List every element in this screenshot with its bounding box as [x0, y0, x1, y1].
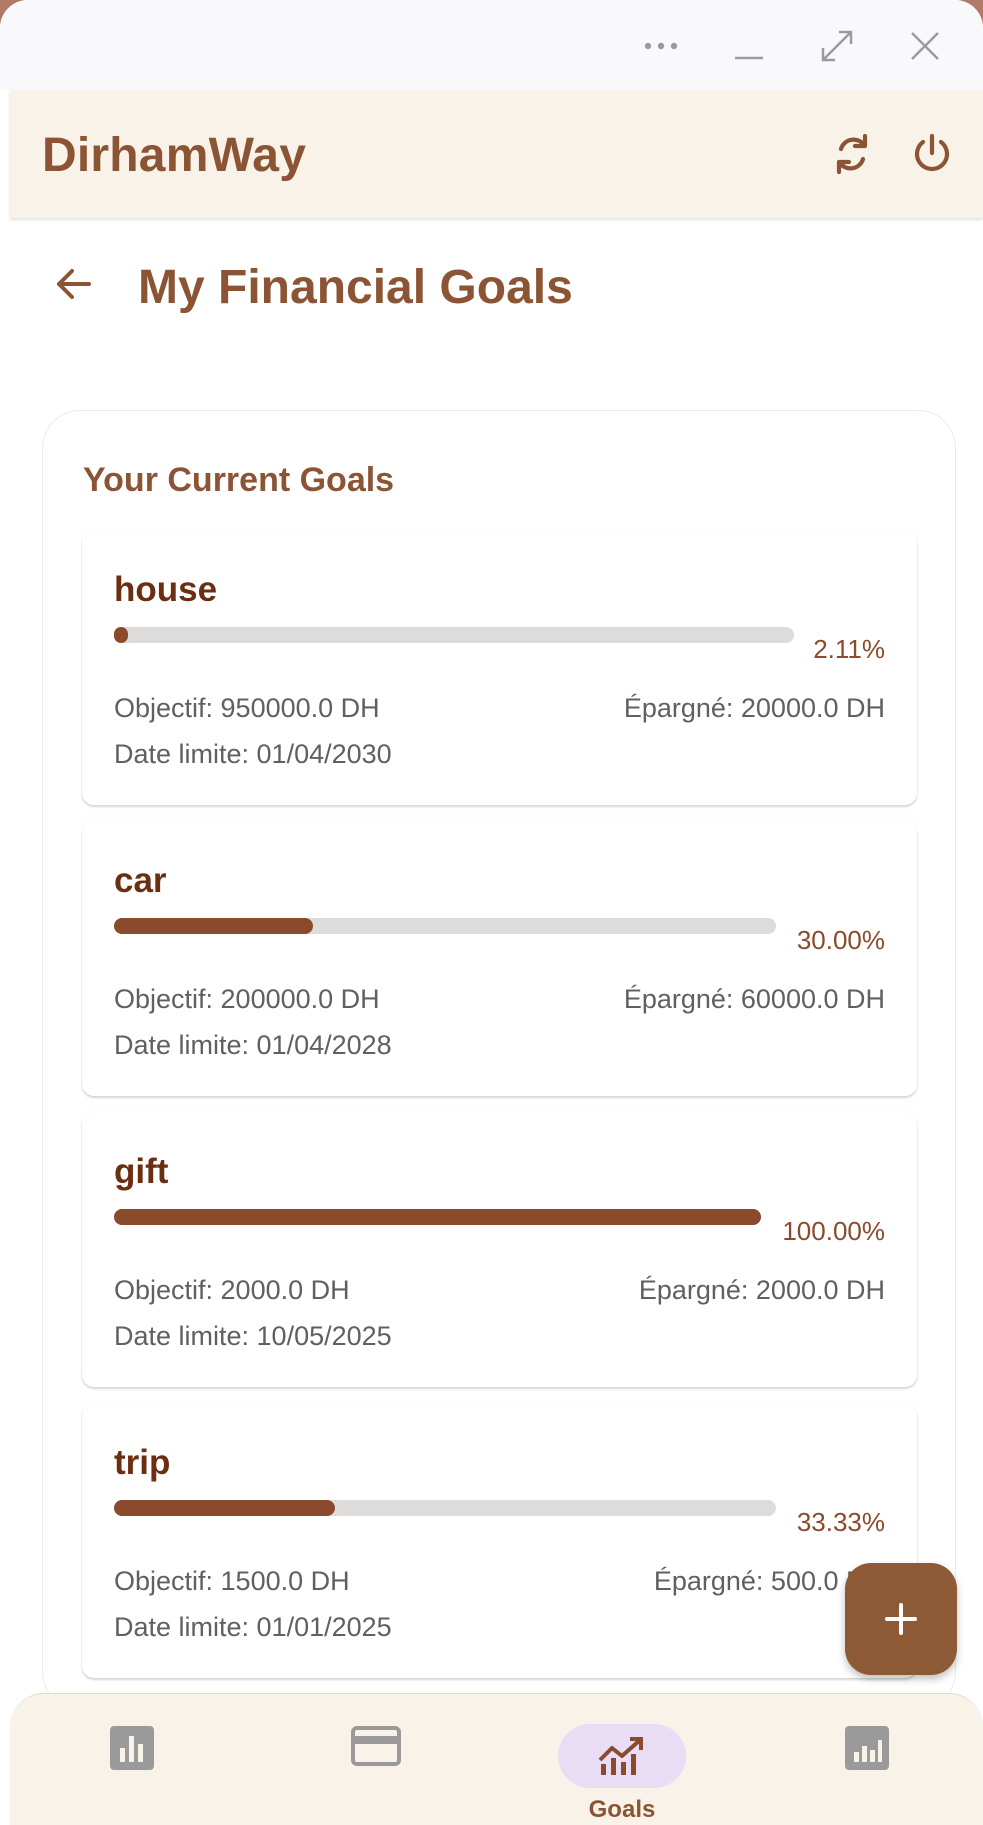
bar-chart-icon — [110, 1726, 154, 1770]
goal-progress-bar — [114, 1209, 761, 1225]
credit-card-icon — [351, 1726, 401, 1766]
minimize-icon[interactable] — [724, 22, 774, 70]
goal-progress-fill — [114, 918, 313, 934]
nav-item-dashboard[interactable] — [62, 1708, 202, 1818]
goal-deadline: Date limite: 01/04/2028 — [114, 1030, 392, 1060]
nav-label-goals: Goals — [588, 1796, 656, 1823]
goal-target: Objectif: 2000.0 DH — [114, 1275, 350, 1305]
goal-percent: 100.00% — [782, 1216, 885, 1246]
goal-name: house — [114, 570, 218, 609]
goal-deadline: Date limite: 01/04/2030 — [114, 739, 392, 769]
goal-saved: Épargné: 20000.0 DH — [623, 693, 885, 723]
goal-percent: 30.00% — [796, 925, 885, 955]
goal-name: gift — [114, 1152, 169, 1191]
goal-card[interactable]: house 2.11% Objectif: 950000.0 DH Épargn… — [82, 530, 917, 805]
goal-card[interactable]: car 30.00% Objectif: 200000.0 DH Épargné… — [82, 821, 917, 1096]
trending-up-icon — [598, 1737, 643, 1775]
app-window: DirhamWay My Financial Goals Your Curren… — [0, 0, 983, 1825]
goal-saved: Épargné: 2000.0 DH — [638, 1275, 885, 1305]
app-title: DirhamWay — [42, 129, 307, 182]
analytics-icon — [845, 1726, 889, 1770]
back-arrow-icon[interactable] — [46, 256, 102, 312]
add-goal-button[interactable] — [845, 1563, 957, 1675]
goal-percent: 33.33% — [796, 1507, 885, 1537]
goal-name: trip — [114, 1443, 171, 1482]
nav-item-goals[interactable]: Goals — [552, 1708, 692, 1823]
close-icon[interactable] — [900, 22, 950, 70]
goal-target: Objectif: 200000.0 DH — [114, 984, 380, 1014]
page-title: My Financial Goals — [138, 261, 573, 314]
maximize-icon[interactable] — [812, 22, 862, 70]
goal-progress-fill — [114, 1209, 761, 1225]
goal-target: Objectif: 950000.0 DH — [114, 693, 380, 723]
window-titlebar — [0, 0, 983, 90]
goal-progress-bar — [114, 627, 794, 643]
app-bar: DirhamWay — [10, 90, 983, 218]
nav-item-cards[interactable] — [306, 1708, 446, 1818]
goal-percent: 2.11% — [813, 634, 885, 664]
goal-card[interactable]: trip 33.33% Objectif: 1500.0 DH Épargné:… — [82, 1403, 917, 1678]
goal-deadline: Date limite: 01/01/2025 — [114, 1612, 392, 1642]
goal-card[interactable]: gift 100.00% Objectif: 2000.0 DH Épargné… — [82, 1112, 917, 1387]
power-icon[interactable] — [904, 126, 960, 182]
sync-icon[interactable] — [824, 126, 880, 182]
more-options-icon[interactable] — [636, 22, 686, 70]
nav-item-analytics[interactable] — [797, 1708, 937, 1818]
plus-icon — [885, 1603, 917, 1635]
bottom-navigation: Goals — [10, 1693, 983, 1825]
goal-progress-fill — [114, 627, 128, 643]
nav-active-indicator — [558, 1724, 686, 1788]
goal-target: Objectif: 1500.0 DH — [114, 1566, 350, 1596]
goal-progress-bar — [114, 918, 776, 934]
goal-name: car — [114, 861, 167, 900]
goal-deadline: Date limite: 10/05/2025 — [114, 1321, 392, 1351]
page-header: My Financial Goals — [0, 240, 983, 330]
panel-title: Your Current Goals — [83, 461, 395, 499]
goal-progress-bar — [114, 1500, 776, 1516]
goal-progress-fill — [114, 1500, 335, 1516]
goal-saved: Épargné: 60000.0 DH — [623, 984, 885, 1014]
